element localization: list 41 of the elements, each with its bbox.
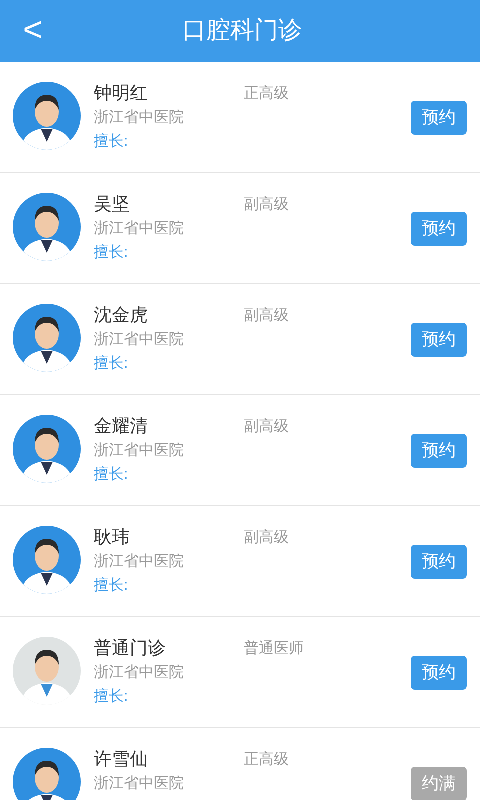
hospital-name: 浙江省中医院 <box>94 219 185 239</box>
page-title: 口腔科门诊 <box>182 16 302 46</box>
back-button[interactable]: < <box>18 10 48 50</box>
doctor-row[interactable]: 钟明红 浙江省中医院 擅长: 正高级 预约 <box>0 62 480 173</box>
hospital-name: 浙江省中医院 <box>94 441 185 461</box>
booking-button[interactable]: 预约 <box>411 656 467 690</box>
doctor-name: 耿玮 <box>94 526 131 549</box>
specialty-label: 擅长: <box>94 354 130 374</box>
doctor-row[interactable]: 耿玮 浙江省中医院 擅长: 副高级 预约 <box>0 506 480 617</box>
doctor-row[interactable]: 普通门诊 浙江省中医院 擅长: 普通医师 预约 <box>0 617 480 728</box>
specialty-label: 擅长: <box>94 576 130 596</box>
doctor-name: 金耀清 <box>94 415 149 438</box>
booking-button[interactable]: 预约 <box>411 323 467 357</box>
booking-button[interactable]: 预约 <box>411 545 467 579</box>
hospital-name: 浙江省中医院 <box>94 552 185 572</box>
specialty-label: 擅长: <box>94 243 130 263</box>
specialty-label: 擅长: <box>94 687 130 707</box>
hospital-name: 浙江省中医院 <box>94 663 185 683</box>
doctor-rank: 正高级 <box>244 85 289 102</box>
booking-button[interactable]: 预约 <box>411 434 467 468</box>
doctor-row[interactable]: 金耀清 浙江省中医院 擅长: 副高级 预约 <box>0 395 480 506</box>
doctor-rank: 正高级 <box>244 751 289 768</box>
doctor-name: 普通门诊 <box>94 637 167 660</box>
hospital-name: 浙江省中医院 <box>94 330 185 350</box>
doctor-rank: 副高级 <box>244 418 289 435</box>
doctor-row[interactable]: 沈金虎 浙江省中医院 擅长: 副高级 预约 <box>0 284 480 395</box>
booking-button[interactable]: 预约 <box>411 212 467 246</box>
hospital-name: 浙江省中医院 <box>94 774 185 794</box>
specialty-label: 擅长: <box>94 465 130 485</box>
doctor-rank: 副高级 <box>244 307 289 324</box>
hospital-name: 浙江省中医院 <box>94 108 185 128</box>
doctor-name: 许雪仙 <box>94 748 149 771</box>
doctor-rank: 普通医师 <box>244 640 304 657</box>
doctor-row[interactable]: 吴坚 浙江省中医院 擅长: 副高级 预约 <box>0 173 480 284</box>
doctor-rank: 副高级 <box>244 196 289 213</box>
doctor-rank: 副高级 <box>244 529 289 546</box>
doctor-name: 沈金虎 <box>94 304 149 327</box>
doctor-name: 吴坚 <box>94 193 131 216</box>
doctor-name: 钟明红 <box>94 82 149 105</box>
booking-button[interactable]: 预约 <box>411 101 467 135</box>
specialty-label: 擅长: <box>94 132 130 152</box>
